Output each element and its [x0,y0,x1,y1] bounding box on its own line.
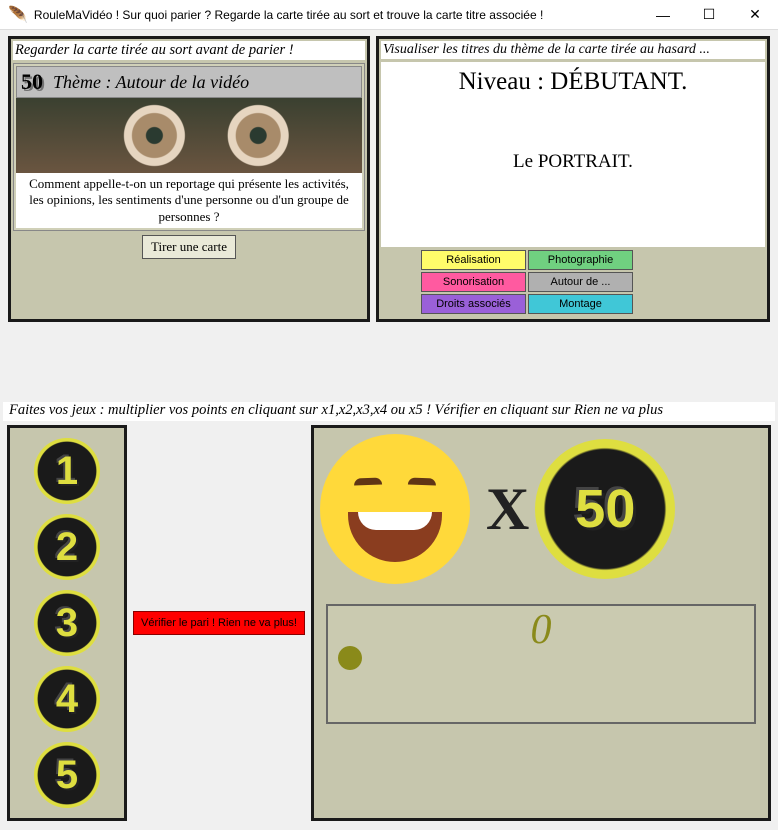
themes-header: Visualiser les titres du thème de la car… [381,41,765,59]
times-label: X [486,475,529,544]
coin-x5[interactable]: 5 [34,742,100,808]
coin-x2[interactable]: 2 [34,514,100,580]
draw-card-button[interactable]: Tirer une carte [142,235,236,259]
coin-x4[interactable]: 4 [34,666,100,732]
card-theme: Thème : Autour de la vidéo [53,72,249,93]
app-icon: 🪶 [8,5,28,25]
card-image [16,98,362,173]
close-button[interactable]: ✕ [732,0,778,29]
category-droits[interactable]: Droits associés [421,294,526,314]
card-header: Regarder la carte tirée au sort avant de… [13,41,365,60]
score-slider[interactable]: 0 [326,604,756,724]
answer-label: Le PORTRAIT. [513,151,633,173]
level-label: Niveau : DÉBUTANT. [459,62,688,96]
coin-x3[interactable]: 3 [34,590,100,656]
category-montage[interactable]: Montage [528,294,633,314]
themes-panel: Visualiser les titres du thème de la car… [376,36,770,322]
minimize-button[interactable]: — [640,0,686,29]
category-sonorisation[interactable]: Sonorisation [421,272,526,292]
card-panel: Regarder la carte tirée au sort avant de… [8,36,370,322]
maximize-button[interactable]: ☐ [686,0,732,29]
coin-x1[interactable]: 1 [34,438,100,504]
category-photographie[interactable]: Photographie [528,250,633,270]
happy-face-icon [320,434,470,584]
multiplier-column: 1 2 3 4 5 [7,425,127,821]
card-titlebar: 50 Thème : Autour de la vidéo [16,66,362,98]
result-panel: X 50 0 [311,425,771,821]
slider-thumb[interactable] [338,646,362,670]
card-number: 50 [21,69,43,95]
window-title: RouleMaVidéo ! Sur quoi parier ? Regarde… [34,8,640,22]
card-question: Comment appelle-t-on un reportage qui pr… [16,173,362,228]
category-autour[interactable]: Autour de ... [528,272,633,292]
result-coin: 50 [535,439,675,579]
verify-button[interactable]: Vérifier le pari ! Rien ne va plus! [133,611,305,635]
slider-value: 0 [531,606,552,654]
category-realisation[interactable]: Réalisation [421,250,526,270]
titlebar: 🪶 RouleMaVidéo ! Sur quoi parier ? Regar… [0,0,778,30]
bet-instructions: Faites vos jeux : multiplier vos points … [3,402,775,421]
